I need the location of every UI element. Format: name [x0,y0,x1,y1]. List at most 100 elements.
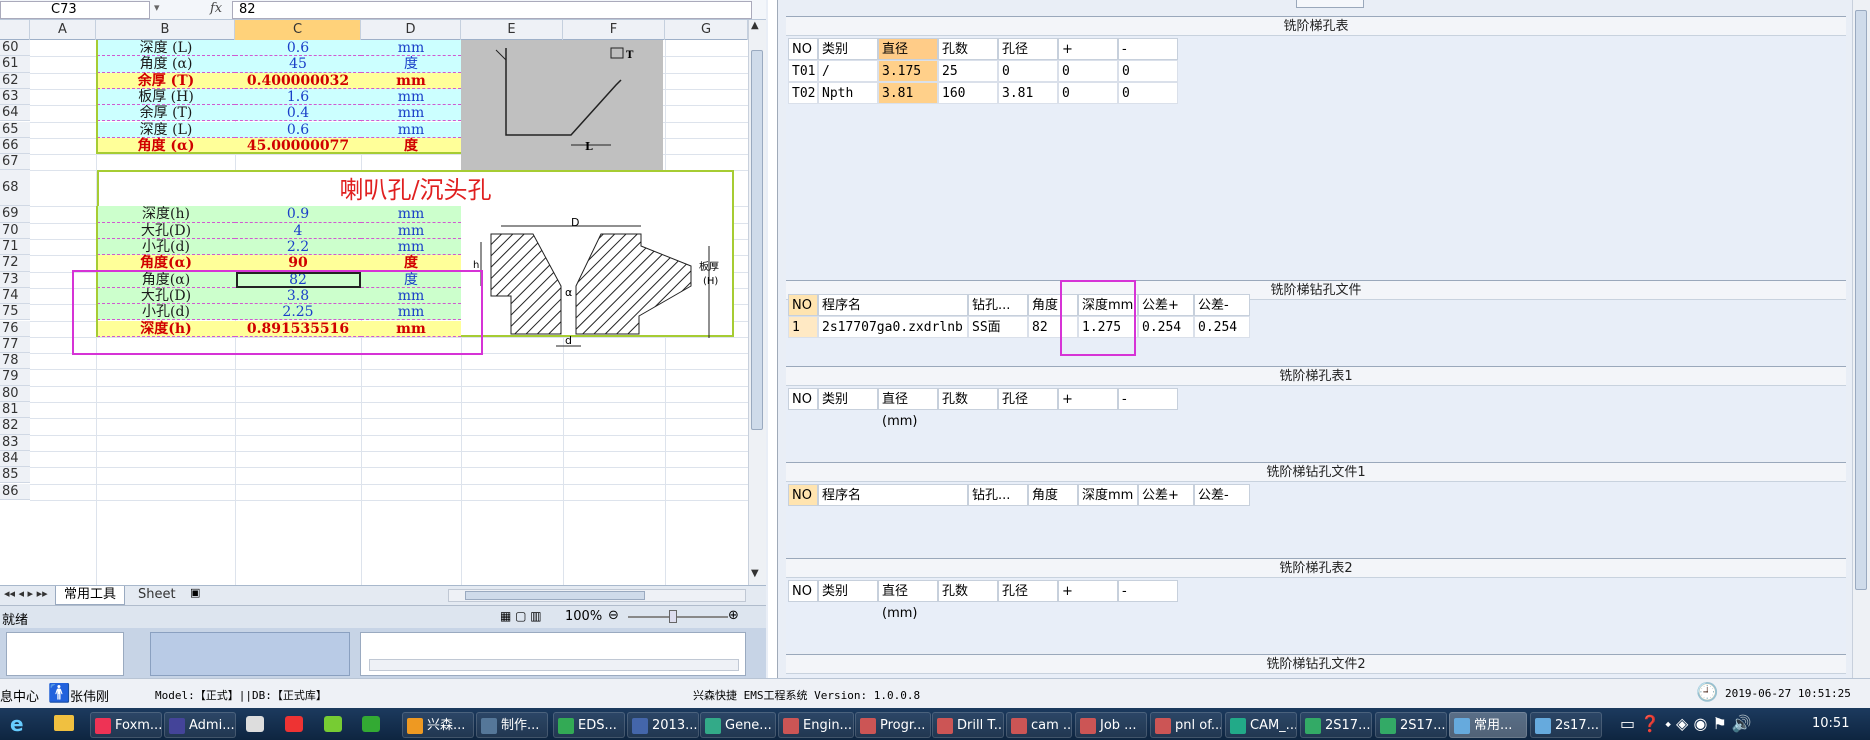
zoom-in-icon[interactable]: ⊕ [728,608,739,623]
right-scrollbar[interactable] [1852,0,1870,678]
formula-input[interactable]: 82 [232,1,752,19]
taskbar-button[interactable]: Foxm... [90,712,162,738]
param-value-cell[interactable]: 0.9 [235,206,361,223]
table-cell[interactable]: 25 [938,60,998,82]
row-header[interactable]: 60 [0,40,30,57]
row-header[interactable]: 68 [0,170,30,207]
table-cell[interactable]: SS面 [968,316,1028,338]
table-cell[interactable]: 0 [1058,82,1118,104]
param-value-cell[interactable]: 4 [235,222,361,239]
table-cell[interactable]: 0.254 [1194,316,1250,338]
table-header[interactable]: - [1118,388,1178,410]
param-label-cell[interactable]: 余厚 (T) [97,72,235,89]
column-header[interactable]: D [361,20,461,40]
row-header[interactable]: 84 [0,450,30,468]
taskbar-button[interactable]: EDS... [553,712,625,738]
param-unit-cell[interactable]: mm [361,206,461,223]
taskbar-button[interactable]: 制作... [476,712,548,738]
pinned-app-icon[interactable] [324,716,342,732]
zoom-level[interactable]: 100% [565,609,602,624]
row-header[interactable]: 67 [0,154,30,171]
table-header[interactable]: 程序名 [818,294,968,316]
table-header[interactable]: 角度 [1028,484,1078,506]
param-value-cell[interactable]: 0.400000032 [235,72,361,89]
param-label-cell[interactable]: 大孔(D) [97,222,235,239]
row-header[interactable]: 73 [0,271,30,288]
param-label-cell[interactable]: 深度 (L) [97,121,235,138]
row-header[interactable]: 78 [0,353,30,370]
param-value-cell[interactable]: 45 [235,56,361,73]
row-header[interactable]: 64 [0,105,30,122]
taskbar-button[interactable]: Drill T... [932,712,1004,738]
param-value-cell[interactable]: 0.4 [235,105,361,122]
pinned-app-icon[interactable] [362,716,380,732]
row-header[interactable]: 80 [0,385,30,402]
row-header[interactable]: 85 [0,467,30,484]
table-header[interactable]: 孔径 [998,580,1058,602]
table-header[interactable]: 公差- [1194,294,1250,316]
table-cell[interactable]: T01 [788,60,818,82]
taskbar-button[interactable]: 常用... [1449,712,1527,738]
table-header[interactable]: - [1118,580,1178,602]
column-header[interactable]: A [30,20,96,40]
table-cell[interactable]: 3.175 [878,60,938,82]
taskbar-button[interactable]: pnl of... [1150,712,1222,738]
param-label-cell[interactable]: 深度(h) [97,206,235,223]
name-box[interactable]: C73 [0,1,150,19]
row-header[interactable]: 61 [0,56,30,73]
table-header[interactable]: NO [788,484,818,506]
param-label-cell[interactable]: 板厚 (H) [97,88,235,106]
row-header[interactable]: 74 [0,287,30,305]
param-unit-cell[interactable]: mm [361,222,461,239]
param-value-cell[interactable]: 0.6 [235,40,361,57]
table-header[interactable]: 直径(mm) [878,38,938,79]
column-header[interactable]: G [665,20,748,40]
table-header[interactable]: 孔数 [938,38,998,60]
table-cell[interactable]: 0.254 [1138,316,1194,338]
table-header[interactable]: NO [788,388,818,410]
column-header[interactable]: E [461,20,563,40]
param-label-cell[interactable]: 角度 (α) [97,137,235,155]
taskbar-button[interactable]: 兴森... [402,712,474,738]
taskbar-button[interactable]: Job ... [1075,712,1147,738]
pinned-app-icon[interactable] [246,716,264,732]
vertical-scrollbar[interactable]: ▲ ▼ [748,20,766,585]
param-label-cell[interactable]: 余厚 (T) [97,105,235,122]
table-header[interactable]: 钻孔... [968,484,1028,506]
table-header[interactable]: 公差+ [1138,484,1194,506]
row-header[interactable]: 70 [0,222,30,239]
row-header[interactable]: 75 [0,304,30,321]
table-header[interactable]: 公差- [1194,484,1250,506]
table-cell[interactable]: T02 [788,82,818,104]
table-header[interactable]: 程序名 [818,484,968,506]
table-header[interactable]: NO [788,38,818,60]
param-value-cell[interactable]: 1.6 [235,88,361,106]
taskbar-button[interactable]: cam ... [1006,712,1072,738]
pinned-app-icon[interactable] [285,716,303,732]
table-header[interactable]: 孔径 [998,38,1058,60]
table-header[interactable]: - [1118,38,1178,60]
row-header[interactable]: 69 [0,206,30,223]
horizontal-scrollbar[interactable] [448,589,746,602]
param-unit-cell[interactable]: 度 [361,56,461,73]
table-cell[interactable]: 160 [938,82,998,104]
column-header[interactable]: B [96,20,235,40]
table-cell[interactable]: 3.81 [878,82,938,104]
param-value-cell[interactable]: 45.00000077 [235,137,361,155]
sheet-tab-active[interactable]: 常用工具 [55,586,126,605]
ie-icon[interactable]: e [10,712,36,736]
table-cell[interactable]: 3.81 [998,82,1058,104]
param-value-cell[interactable]: 0.6 [235,121,361,138]
table-header[interactable]: 直径(mm) [878,580,938,621]
scroll-thumb[interactable] [751,50,763,430]
row-header[interactable]: 86 [0,483,30,500]
taskbar-button[interactable]: 2S17... [1375,712,1447,738]
row-header[interactable]: 79 [0,369,30,386]
table-header[interactable]: + [1058,38,1118,60]
table-header[interactable]: 孔径 [998,388,1058,410]
taskbar-button[interactable]: 2s17... [1530,712,1602,738]
table-header[interactable]: 直径(mm) [878,388,938,429]
row-header[interactable]: 62 [0,72,30,89]
table-header[interactable]: 类别 [818,388,878,410]
taskbar-button[interactable]: Engin... [778,712,854,738]
